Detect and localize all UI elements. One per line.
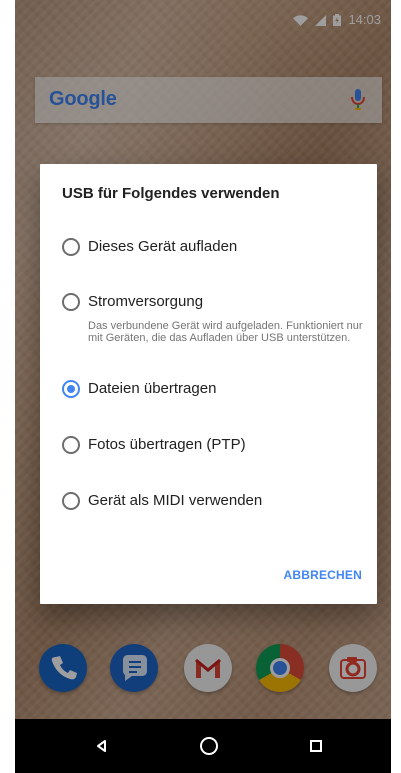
android-screen: 14:03 Google USB für Folgendes verwenden… [15, 0, 391, 773]
dialog-title: USB für Folgendes verwenden [62, 185, 280, 202]
usb-option-label: Gerät als MIDI verwenden [88, 492, 263, 509]
home-icon[interactable] [197, 734, 221, 758]
usb-option-use-as-midi[interactable]: Gerät als MIDI verwenden [62, 489, 359, 513]
usb-option-power-supply[interactable]: Stromversorgung Das verbundene Gerät wir… [62, 290, 363, 344]
radio-unchecked-icon[interactable] [62, 238, 80, 256]
radio-unchecked-icon[interactable] [62, 492, 80, 510]
recents-icon[interactable] [304, 734, 328, 758]
usb-option-label: Stromversorgung [88, 293, 204, 310]
usb-option-label: Dieses Gerät aufladen [88, 238, 238, 255]
radio-unchecked-icon[interactable] [62, 293, 80, 311]
navigation-bar [15, 719, 391, 773]
usb-options-dialog: USB für Folgendes verwenden Dieses Gerät… [40, 164, 377, 604]
cancel-button[interactable]: ABBRECHEN [276, 562, 370, 588]
back-icon[interactable] [90, 734, 114, 758]
usb-option-summary: Das verbundene Gerät wird aufgeladen. Fu… [88, 320, 363, 344]
usb-option-charge-device[interactable]: Dieses Gerät aufladen [62, 235, 359, 259]
usb-option-transfer-photos-ptp[interactable]: Fotos übertragen (PTP) [62, 433, 359, 457]
usb-option-transfer-files[interactable]: Dateien übertragen [62, 377, 359, 401]
radio-checked-icon[interactable] [62, 380, 80, 398]
usb-option-label: Fotos übertragen (PTP) [88, 436, 246, 453]
usb-option-label: Dateien übertragen [88, 380, 217, 397]
radio-unchecked-icon[interactable] [62, 436, 80, 454]
